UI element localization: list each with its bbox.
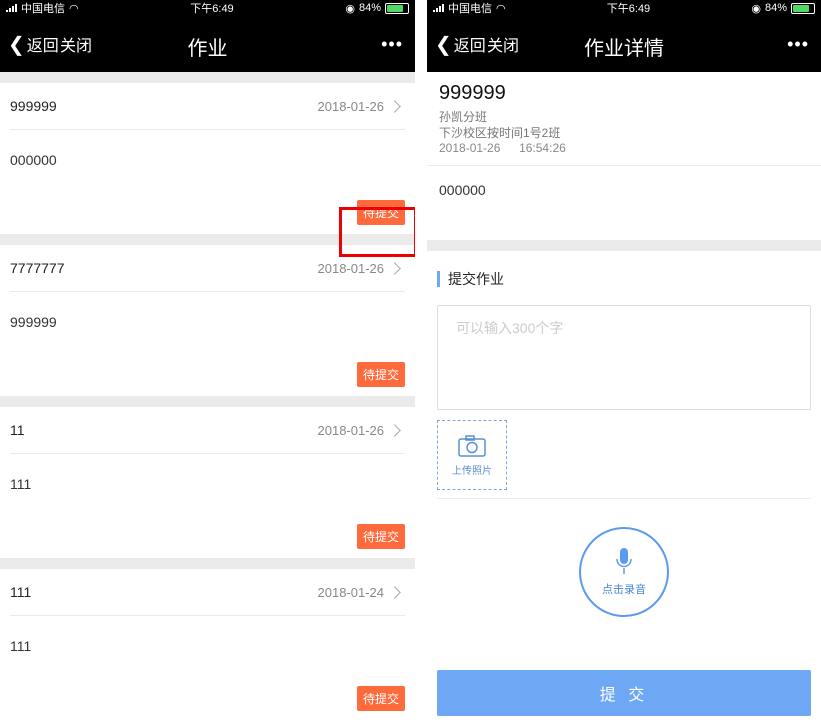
chevron-left-icon: ❮ <box>8 33 25 56</box>
submit-button[interactable]: 提 交 <box>437 670 811 716</box>
carrier-label: 中国电信 <box>21 3 65 15</box>
back-button[interactable]: ❮ 返回 <box>435 16 486 72</box>
homework-content: 111 <box>10 638 32 654</box>
homework-detail-screen: 中国电信 ◠ 下午6:49 ◉ 84% ❮ 返回 关闭 作业详情 ••• 999… <box>427 0 821 727</box>
wifi-icon: ◠ <box>496 2 506 15</box>
carrier-label: 中国电信 <box>448 3 492 15</box>
battery-percent: 84% <box>358 2 381 14</box>
homework-date: 2018-01-24 <box>317 584 385 600</box>
homework-date: 2018-01-26 <box>317 422 385 438</box>
homework-list-screen: 中国电信 ◠ 下午6:49 ◉ 84% ❮ 返回 关闭 作业 ••• 99999… <box>0 0 415 727</box>
homework-title: 11 <box>10 422 25 438</box>
clock: 下午6:49 <box>606 3 651 15</box>
homework-content: 999999 <box>10 314 57 330</box>
homework-item[interactable]: 999999 2018-01-26 000000 待提交 <box>0 83 415 257</box>
signal-icon <box>433 4 444 12</box>
section-gap <box>0 72 415 83</box>
upload-photo-label: 上传照片 <box>452 465 492 477</box>
location-icon: ◉ <box>751 2 761 15</box>
battery-icon <box>790 2 815 14</box>
section-gap <box>0 396 415 407</box>
homework-title: 111 <box>10 584 32 600</box>
back-label: 返回 <box>26 38 59 55</box>
homework-title: 999999 <box>10 98 57 114</box>
teacher-class: 孙凯分班 <box>439 110 488 124</box>
status-badge[interactable]: 待提交 <box>356 361 405 387</box>
chevron-right-icon <box>388 585 401 599</box>
status-bar: 中国电信 ◠ 下午6:49 ◉ 84% <box>427 0 821 16</box>
homework-item[interactable]: 11 2018-01-26 111 待提交 <box>0 407 415 558</box>
homework-item[interactable]: 111 2018-01-24 111 待提交 <box>0 569 415 720</box>
upload-photo-button[interactable]: 上传照片 <box>437 420 507 490</box>
more-icon[interactable]: ••• <box>787 34 809 55</box>
nav-bar: ❮ 返回 关闭 作业详情 ••• <box>427 16 821 72</box>
homework-content: 000000 <box>10 152 57 168</box>
status-badge[interactable]: 待提交 <box>356 685 405 711</box>
detail-time: 16:54:26 <box>519 141 566 155</box>
status-badge[interactable]: 待提交 <box>356 523 405 549</box>
close-button[interactable]: 关闭 <box>487 16 519 72</box>
more-icon[interactable]: ••• <box>381 34 403 55</box>
chevron-right-icon <box>388 99 401 113</box>
section-gap <box>427 240 821 251</box>
signal-icon <box>6 4 17 12</box>
nav-bar: ❮ 返回 关闭 作业 ••• <box>0 16 415 72</box>
back-button[interactable]: ❮ 返回 <box>8 16 59 72</box>
homework-title: 7777777 <box>10 260 65 276</box>
chevron-right-icon <box>388 261 401 275</box>
chevron-left-icon: ❮ <box>435 33 452 56</box>
detail-date: 2018-01-26 <box>439 141 501 155</box>
chevron-right-icon <box>388 423 401 437</box>
microphone-icon <box>616 548 632 574</box>
homework-item[interactable]: 7777777 2018-01-26 999999 待提交 <box>0 245 415 396</box>
submit-section-title: 提交作业 <box>427 269 821 289</box>
homework-date: 2018-01-26 <box>317 260 385 276</box>
divider <box>437 498 811 499</box>
battery-percent: 84% <box>764 2 787 14</box>
clock: 下午6:49 <box>190 3 234 15</box>
homework-date: 2018-01-26 <box>317 98 385 114</box>
section-gap <box>0 558 415 569</box>
campus-class: 下沙校区按时间1号2班 <box>439 126 561 140</box>
wifi-icon: ◠ <box>69 2 79 15</box>
close-button[interactable]: 关闭 <box>60 16 92 72</box>
camera-icon <box>458 434 486 457</box>
location-icon: ◉ <box>345 2 355 15</box>
status-bar: 中国电信 ◠ 下午6:49 ◉ 84% <box>0 0 415 16</box>
homework-content: 111 <box>10 476 32 492</box>
record-button[interactable]: 点击录音 <box>579 527 669 617</box>
detail-content: 000000 <box>439 182 486 198</box>
battery-icon <box>384 2 409 14</box>
section-title-label: 提交作业 <box>448 271 504 287</box>
section-marker <box>437 271 440 287</box>
detail-header: 999999 孙凯分班 下沙校区按时间1号2班 2018-01-26 16:54… <box>427 72 821 166</box>
answer-textarea[interactable]: 可以输入300个字 <box>437 305 811 410</box>
detail-title: 999999 <box>439 82 506 104</box>
back-label: 返回 <box>453 38 486 55</box>
record-label: 点击录音 <box>602 584 646 596</box>
